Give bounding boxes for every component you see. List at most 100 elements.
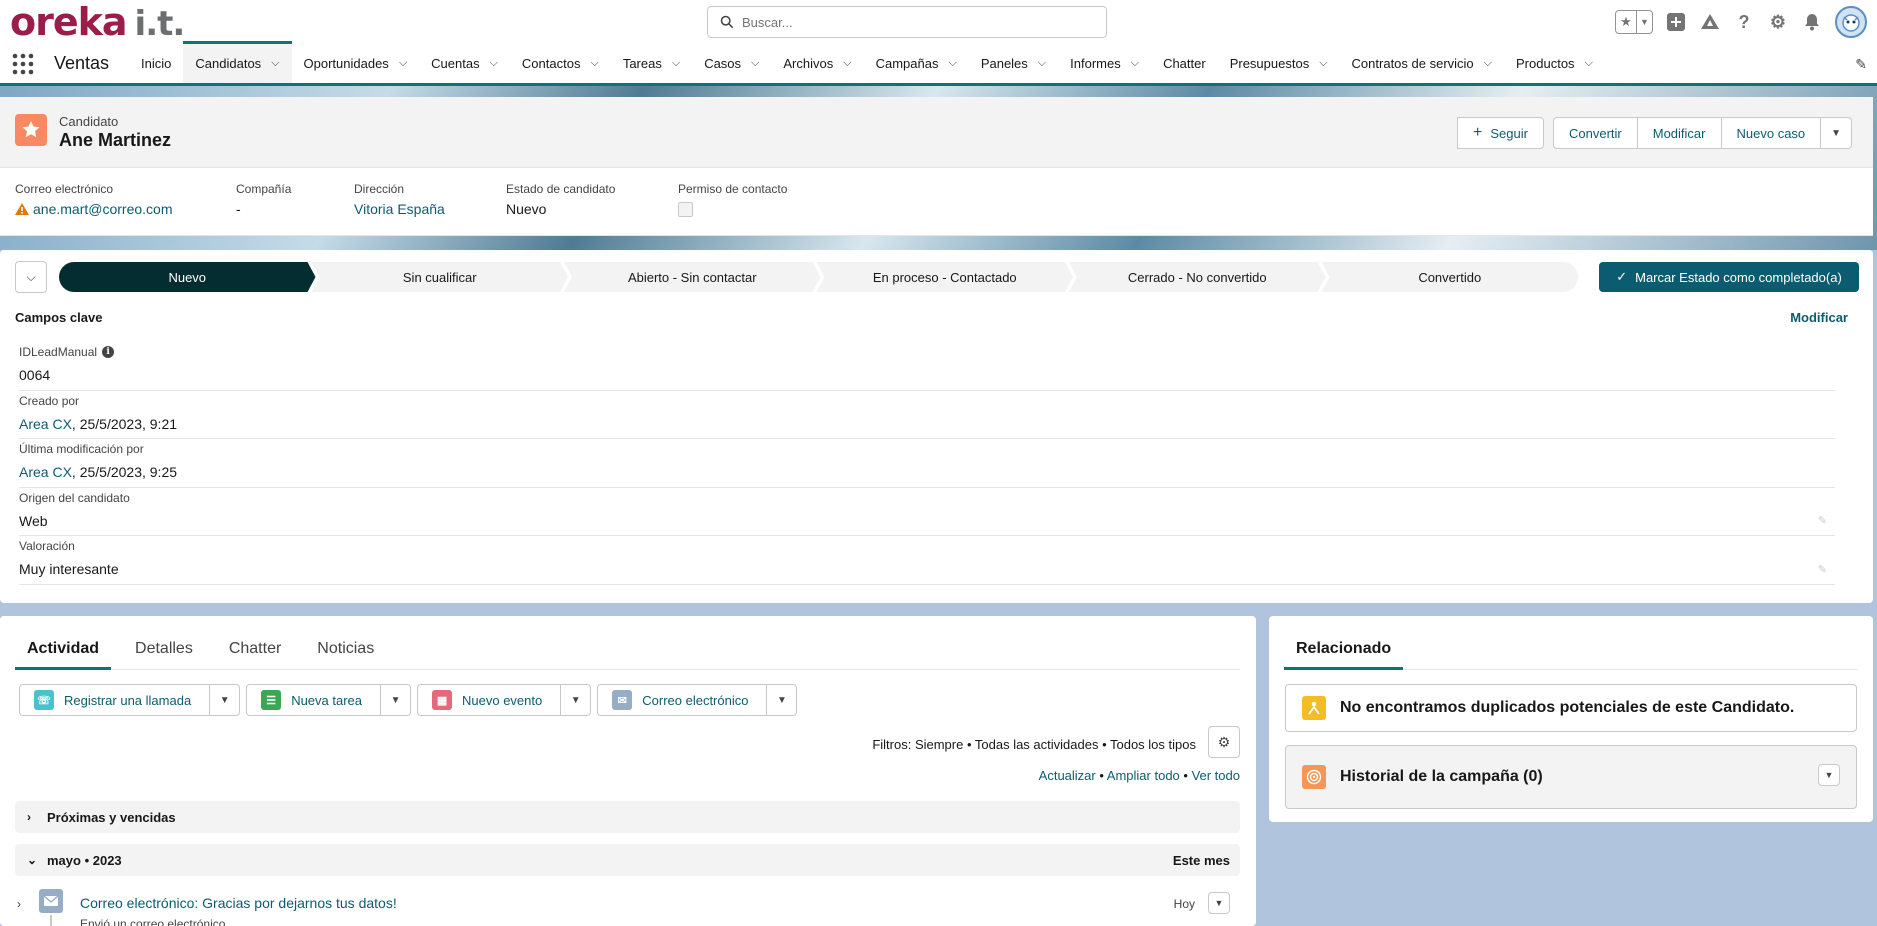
chevron-right-icon[interactable]: › — [17, 897, 21, 911]
path-stage-2[interactable]: Abierto - Sin contactar — [564, 262, 821, 292]
nav-item-1[interactable]: Candidatos ⌵ — [183, 41, 292, 83]
help-icon[interactable]: ? — [1733, 11, 1755, 33]
chevron-down-icon[interactable]: ▼ — [766, 685, 796, 715]
follow-button[interactable]: + Seguir — [1457, 117, 1544, 149]
user-avatar[interactable] — [1835, 6, 1867, 38]
lead-record-icon — [15, 114, 47, 146]
nav-item-10[interactable]: Informes ⌵ — [1058, 44, 1151, 83]
chevron-down-icon[interactable]: ⌵ — [751, 57, 759, 70]
timeline-item-title[interactable]: Correo electrónico: Gracias por dejarnos… — [80, 895, 397, 911]
more-actions-button[interactable]: ▼ — [1821, 117, 1853, 149]
timeline-item-subtitle: Envió un correo electrónico — [80, 917, 226, 926]
chevron-down-icon[interactable]: ▼ — [560, 685, 590, 715]
activity-settings-button[interactable]: ⚙ — [1208, 726, 1240, 758]
expand-all-link[interactable]: Ampliar todo — [1107, 768, 1180, 783]
refresh-link[interactable]: Actualizar — [1039, 768, 1096, 783]
nav-item-8[interactable]: Campañas ⌵ — [864, 44, 969, 83]
convert-button[interactable]: Convertir — [1553, 117, 1638, 149]
timeline-item-menu-button[interactable]: ▼ — [1208, 892, 1230, 914]
chevron-down-icon[interactable]: ⌵ — [590, 57, 598, 70]
nav-item-13[interactable]: Contratos de servicio ⌵ — [1340, 44, 1504, 83]
tab-activity-3[interactable]: Noticias — [305, 640, 386, 670]
info-icon[interactable]: i — [102, 346, 115, 358]
tab-activity-0[interactable]: Actividad — [15, 640, 112, 670]
activity-filters-text[interactable]: Filtros: Siempre • Todas las actividades… — [872, 737, 1196, 752]
key-field-value-wrap: Muy interesante — [19, 561, 1835, 577]
chevron-down-icon[interactable]: ⌵ — [1131, 57, 1139, 70]
composer-button-0[interactable]: ☏ Registrar una llamada — [20, 685, 209, 715]
campaign-history-menu-button[interactable]: ▼ — [1818, 764, 1840, 786]
email-link[interactable]: ane.mart@correo.com — [33, 201, 172, 217]
star-icon[interactable]: ★ — [1616, 11, 1636, 33]
chevron-down-icon[interactable]: ⌵ — [271, 57, 279, 70]
path-card: ⌵ Nuevo Sin cualificar Abierto - Sin conta… — [0, 250, 1873, 603]
nav-item-3[interactable]: Cuentas ⌵ — [419, 44, 510, 83]
notifications-bell-icon[interactable] — [1801, 11, 1823, 33]
nav-item-7[interactable]: Archivos ⌵ — [771, 44, 863, 83]
nav-item-2[interactable]: Oportunidades ⌵ — [292, 44, 420, 83]
tab-activity-2[interactable]: Chatter — [217, 640, 293, 670]
path-stage-5[interactable]: Convertido — [1321, 262, 1578, 292]
app-launcher-waffle-icon[interactable] — [2, 44, 44, 84]
edit-record-button[interactable]: Modificar — [1637, 117, 1722, 149]
global-search[interactable] — [707, 6, 1107, 38]
composer-button-1[interactable]: ☰ Nueva tarea — [247, 685, 380, 715]
key-field-label: IDLeadManual — [19, 345, 98, 359]
nav-item-14[interactable]: Productos ⌵ — [1504, 44, 1605, 83]
nav-item-12[interactable]: Presupuestos ⌵ — [1218, 44, 1340, 83]
path-stage-0[interactable]: Nuevo — [59, 262, 316, 292]
tab-related[interactable]: Relacionado — [1284, 640, 1404, 670]
chevron-down-icon[interactable]: ▼ — [209, 685, 239, 715]
user-link[interactable]: Area CX — [19, 416, 72, 432]
chevron-down-icon[interactable]: ⌵ — [948, 57, 956, 70]
nav-item-5[interactable]: Tareas ⌵ — [611, 44, 692, 83]
nav-item-9[interactable]: Paneles ⌵ — [969, 44, 1058, 83]
chevron-down-icon[interactable]: ⌵ — [843, 57, 851, 70]
favorites-dropdown-icon[interactable]: ▼ — [1636, 11, 1652, 33]
company-logo[interactable]: oreka i.t. — [10, 2, 185, 44]
chevron-down-icon[interactable]: ⌵ — [399, 57, 407, 70]
chevron-down-icon[interactable]: ⌵ — [1585, 57, 1593, 70]
status-value: Nuevo — [506, 201, 547, 217]
upcoming-overdue-section[interactable]: › Próximas y vencidas — [15, 801, 1240, 833]
edit-nav-pencil-icon[interactable]: ✎ — [1855, 56, 1867, 73]
trailhead-icon[interactable] — [1699, 11, 1721, 33]
chevron-down-icon[interactable]: ⌵ — [1319, 57, 1327, 70]
user-link[interactable]: Area CX — [19, 464, 72, 480]
view-all-link[interactable]: Ver todo — [1192, 768, 1240, 783]
nav-item-4[interactable]: Contactos ⌵ — [510, 44, 611, 83]
inline-edit-pencil-icon[interactable]: ✎ — [1818, 563, 1827, 576]
nav-item-6[interactable]: Casos ⌵ — [692, 44, 771, 83]
tab-activity-1[interactable]: Detalles — [123, 640, 205, 670]
key-fields-edit-link[interactable]: Modificar — [1790, 310, 1848, 325]
nav-item-11[interactable]: Chatter — [1151, 44, 1218, 83]
key-field-label-wrap: Creado por — [19, 394, 1835, 408]
record-header: Candidato Ane Martinez + Seguir Converti… — [0, 97, 1873, 168]
chevron-down-icon[interactable]: ⌵ — [490, 57, 498, 70]
path-stage-1[interactable]: Sin cualificar — [312, 262, 569, 292]
path-stage-3[interactable]: En proceso - Contactado — [817, 262, 1074, 292]
address-link[interactable]: Vitoria España — [354, 201, 445, 217]
global-actions-plus-icon[interactable] — [1665, 11, 1687, 33]
chevron-down-icon[interactable]: ⌵ — [1484, 57, 1492, 70]
path-toggle-button[interactable]: ⌵ — [15, 261, 47, 293]
setup-gear-icon[interactable]: ⚙ — [1767, 11, 1789, 33]
composer-button-2[interactable]: ▦ Nuevo evento — [418, 685, 560, 715]
campaign-history-card: Historial de la campaña (0) ▼ — [1285, 745, 1857, 809]
path-stage-4[interactable]: Cerrado - No convertido — [1069, 262, 1326, 292]
key-field-value: Web — [19, 512, 48, 529]
composer-icon-0: ☏ — [34, 690, 54, 710]
chevron-down-icon[interactable]: ▼ — [380, 685, 410, 715]
key-field-label-wrap: IDLeadManual i — [19, 345, 1835, 359]
chevron-down-icon[interactable]: ⌵ — [672, 57, 680, 70]
nav-item-label: Presupuestos — [1229, 56, 1310, 71]
campaign-history-title[interactable]: Historial de la campaña (0) — [1340, 768, 1543, 786]
nav-item-0[interactable]: Inicio — [129, 44, 183, 83]
mark-status-complete-button[interactable]: ✓ Marcar Estado como completado(a) — [1599, 262, 1859, 292]
inline-edit-pencil-icon[interactable]: ✎ — [1818, 514, 1827, 527]
search-input[interactable] — [742, 14, 1082, 30]
chevron-down-icon[interactable]: ⌵ — [1038, 57, 1046, 70]
month-section[interactable]: ⌄ mayo • 2023 Este mes — [15, 844, 1240, 876]
composer-button-3[interactable]: ✉ Correo electrónico — [598, 685, 766, 715]
new-case-button[interactable]: Nuevo caso — [1721, 117, 1822, 149]
